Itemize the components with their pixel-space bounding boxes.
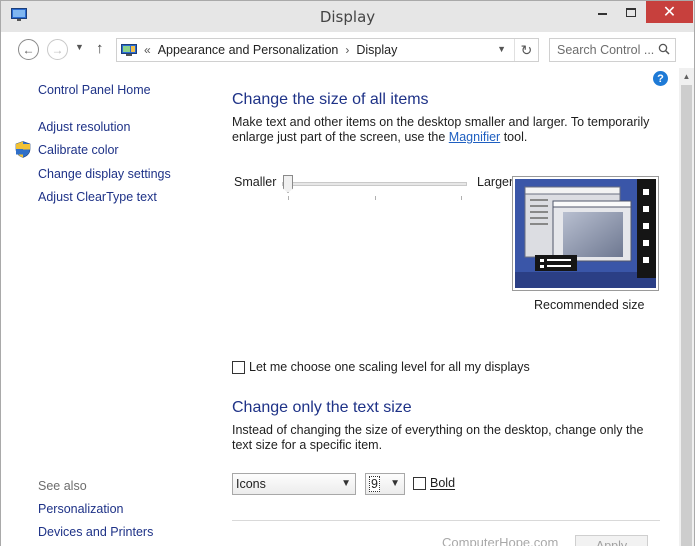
bold-checkbox-row[interactable]: Bold — [413, 476, 455, 490]
up-button[interactable]: ↑ — [96, 40, 104, 57]
size-preview-graphic — [513, 177, 658, 290]
refresh-icon: ↻ — [520, 41, 533, 58]
slider-tick — [288, 196, 289, 200]
maximize-button[interactable] — [618, 1, 644, 23]
slider-tick — [461, 196, 462, 200]
slider-min-label: Smaller — [234, 175, 277, 189]
title-bar: Display ✕ — [1, 1, 694, 32]
bold-checkbox[interactable] — [413, 476, 426, 490]
back-button[interactable]: ← — [18, 39, 39, 60]
size-slider-thumb[interactable] — [283, 175, 293, 193]
shield-icon — [15, 141, 31, 158]
size-slider-track[interactable] — [282, 182, 467, 186]
slider-max-label: Larger — [477, 175, 514, 189]
adjust-cleartype-link[interactable]: Adjust ClearType text — [38, 190, 157, 204]
scaling-checkbox-row[interactable]: Let me choose one scaling level for all … — [232, 360, 530, 374]
recent-locations-dropdown[interactable]: ▼ — [75, 42, 84, 52]
see-also-heading: See also — [38, 479, 87, 493]
scroll-thumb[interactable] — [681, 85, 692, 546]
navigation-bar: ← → ▼ ↑ « Appearance and Personalization… — [1, 32, 694, 68]
change-display-settings-link[interactable]: Change display settings — [38, 167, 171, 181]
search-icon[interactable] — [658, 43, 670, 55]
refresh-button[interactable]: ↻ — [514, 39, 538, 61]
font-size-value: 9 — [369, 476, 380, 492]
display-window: Display ✕ ← → ▼ ↑ « Appearance and Perso… — [0, 0, 695, 546]
divider — [232, 520, 660, 521]
help-icon[interactable]: ? — [653, 71, 668, 86]
personalization-link[interactable]: Personalization — [38, 502, 123, 516]
section-description-size-all: Make text and other items on the desktop… — [232, 115, 652, 145]
left-nav-pane: Control Panel Home Adjust resolution Cal… — [1, 68, 216, 546]
back-icon: ← — [22, 42, 35, 57]
bold-checkbox-label[interactable]: Bold — [430, 476, 455, 490]
adjust-resolution-link[interactable]: Adjust resolution — [38, 120, 130, 134]
item-select-value: Icons — [236, 477, 266, 491]
address-history-icon[interactable]: ▼ — [497, 44, 506, 54]
calibrate-color-link[interactable]: Calibrate color — [38, 143, 119, 157]
breadcrumb-display[interactable]: Display — [356, 43, 397, 57]
apply-button[interactable]: Apply — [575, 535, 648, 546]
section-title-text-size: Change only the text size — [232, 399, 412, 416]
description-text-post: tool. — [500, 130, 528, 144]
control-panel-home-link[interactable]: Control Panel Home — [38, 83, 151, 97]
minimize-button[interactable] — [589, 1, 615, 23]
minimize-icon — [597, 13, 607, 15]
breadcrumb-overflow[interactable]: « — [144, 43, 151, 57]
search-input[interactable]: Search Control ... — [549, 38, 676, 62]
chevron-down-icon: ▼ — [341, 478, 351, 489]
close-button[interactable]: ✕ — [646, 1, 693, 23]
vertical-scrollbar[interactable]: ▲ — [679, 68, 694, 546]
preview-caption: Recommended size — [534, 298, 645, 312]
forward-button[interactable]: → — [47, 39, 68, 60]
search-placeholder: Search Control ... — [557, 43, 655, 57]
maximize-icon — [626, 7, 636, 17]
font-size-select[interactable]: 9 ▼ — [365, 473, 405, 495]
control-panel-icon — [121, 43, 137, 56]
close-icon: ✕ — [662, 4, 677, 21]
address-bar[interactable]: « Appearance and Personalization › Displ… — [116, 38, 539, 62]
scaling-checkbox-label[interactable]: Let me choose one scaling level for all … — [249, 360, 530, 374]
chevron-down-icon: ▼ — [75, 42, 84, 52]
watermark: ComputerHope.com — [442, 535, 559, 546]
devices-and-printers-link[interactable]: Devices and Printers — [38, 525, 153, 539]
magnifier-link[interactable]: Magnifier — [449, 130, 500, 144]
item-select[interactable]: Icons ▼ — [232, 473, 356, 495]
forward-icon: → — [51, 42, 64, 57]
main-content: ? Change the size of all items Make text… — [216, 68, 679, 546]
slider-tick — [375, 196, 376, 200]
up-icon: ↑ — [96, 40, 104, 57]
breadcrumb-separator-icon[interactable]: › — [345, 43, 349, 57]
scroll-up-arrow-icon[interactable]: ▲ — [679, 68, 694, 85]
breadcrumb-appearance[interactable]: Appearance and Personalization — [158, 43, 339, 57]
section-description-text-size: Instead of changing the size of everythi… — [232, 423, 644, 452]
size-preview-image — [512, 176, 659, 291]
description-text-pre: Make text and other items on the desktop… — [232, 115, 650, 144]
scaling-checkbox[interactable] — [232, 360, 245, 374]
section-title-size-all: Change the size of all items — [232, 91, 429, 108]
chevron-down-icon: ▼ — [390, 478, 400, 489]
